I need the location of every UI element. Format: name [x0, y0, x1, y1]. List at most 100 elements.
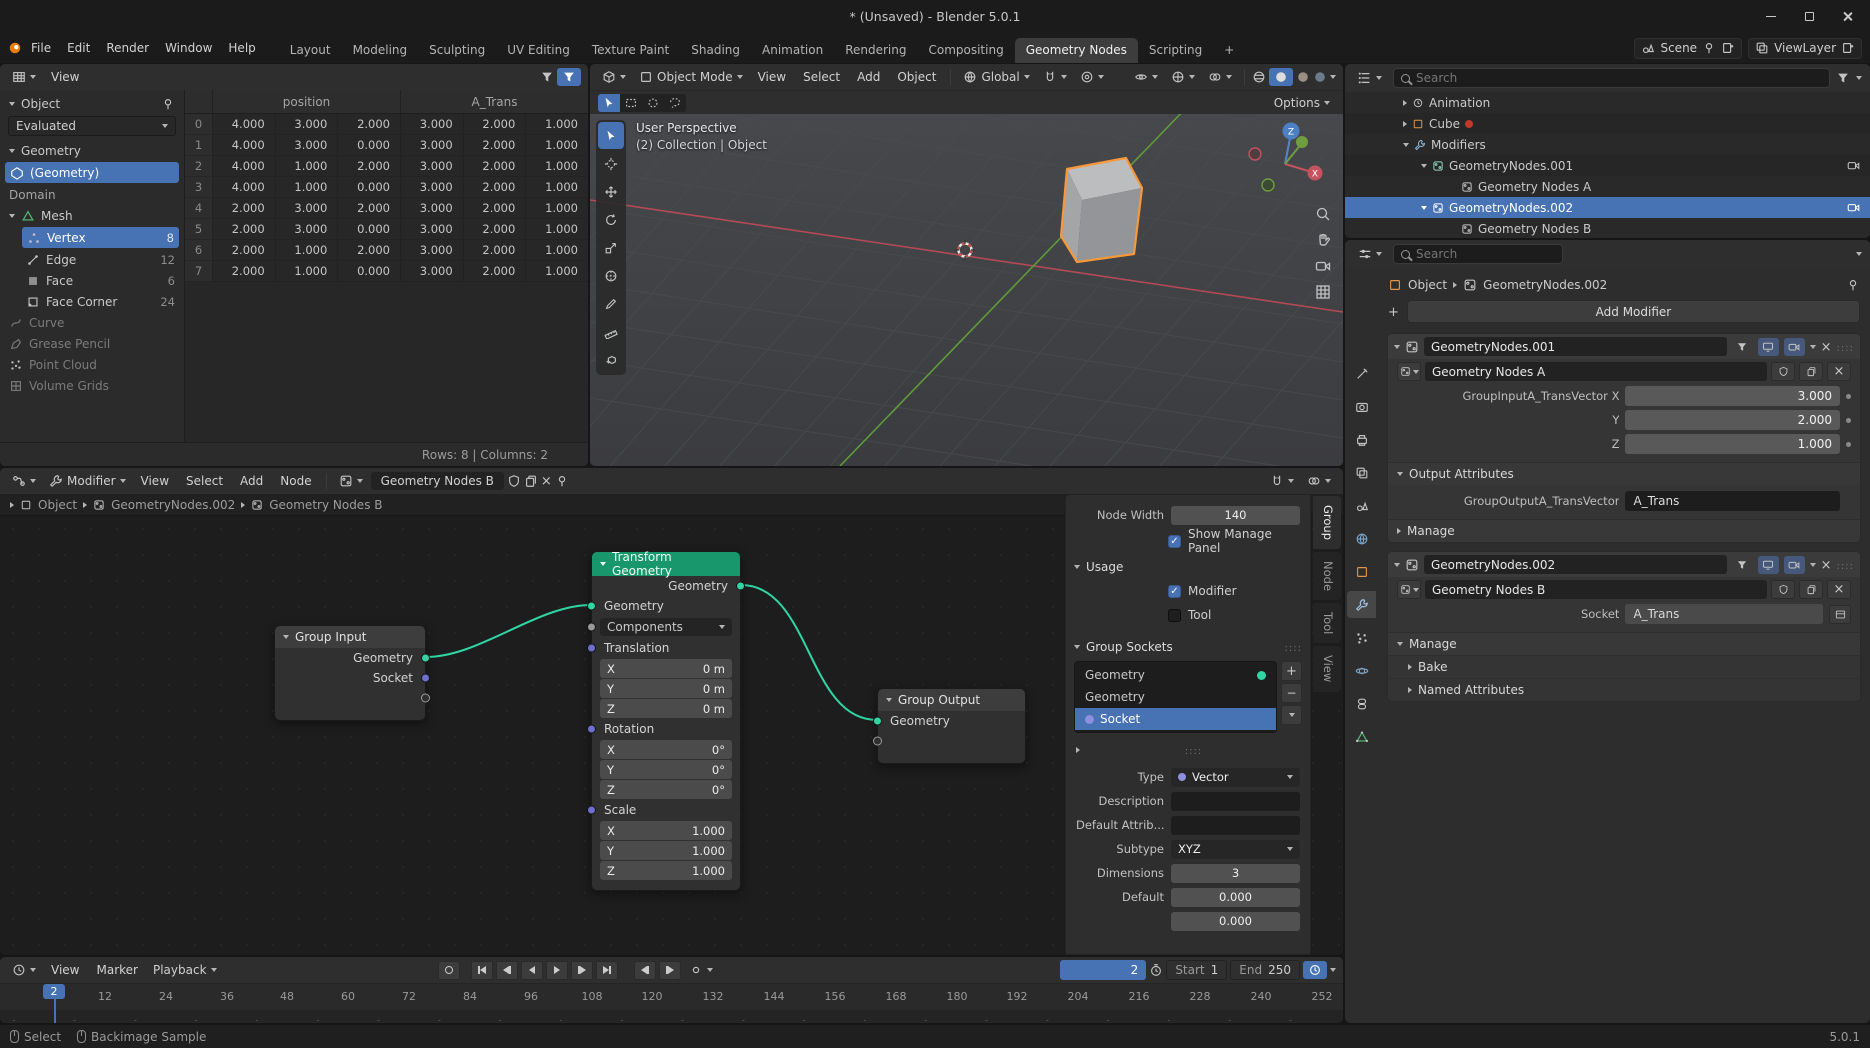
named-attributes-subpanel[interactable]: Named Attributes [1388, 678, 1860, 701]
manage-subpanel[interactable]: Manage [1388, 519, 1860, 542]
collapse-icon[interactable] [1421, 206, 1427, 210]
expand-icon[interactable] [1076, 747, 1080, 753]
viewport-object-menu[interactable]: Object [890, 68, 943, 86]
visibility-dropdown[interactable] [1129, 68, 1163, 86]
tab-object[interactable] [1347, 558, 1376, 585]
add-modifier-button[interactable]: Add Modifier [1407, 300, 1860, 323]
node-group-browse-button[interactable] [1397, 580, 1421, 599]
select-circle-button[interactable] [642, 94, 664, 112]
tab-scripting[interactable]: Scripting [1138, 38, 1213, 63]
timeline-view-menu[interactable]: View [44, 961, 86, 979]
sync-button[interactable] [1303, 961, 1327, 979]
menu-input-socket[interactable] [587, 623, 596, 632]
modifier-header[interactable]: GeometryNodes.001 [1388, 334, 1860, 359]
playback-menu[interactable]: Playback [148, 961, 222, 979]
playhead[interactable]: 2 [54, 984, 56, 1023]
jump-to-end-button[interactable] [596, 961, 618, 980]
properties-search[interactable] [1393, 244, 1563, 264]
translation-z-field[interactable]: Z0 m [600, 699, 732, 718]
geometry-input-socket[interactable] [873, 717, 882, 726]
default-x-field[interactable]: 0.000 [1171, 888, 1300, 907]
tool-select[interactable] [598, 122, 624, 149]
animate-dot-icon[interactable] [1846, 442, 1851, 447]
animate-dot-icon[interactable] [1846, 394, 1851, 399]
unlink-button[interactable] [1827, 362, 1851, 381]
outliner-editor-type-button[interactable] [1353, 69, 1387, 87]
vector-x-slider[interactable]: 3.000 [1625, 386, 1840, 406]
viewport-editor-type-button[interactable] [597, 68, 631, 86]
rotation-input-socket[interactable] [587, 725, 596, 734]
node-overlays-button[interactable] [1302, 472, 1336, 490]
socket-list-item[interactable]: Geometry [1075, 664, 1276, 686]
domain-edge[interactable]: Edge12 [0, 249, 184, 270]
shading-material-icon[interactable] [1296, 70, 1310, 84]
cube-object[interactable] [1061, 158, 1142, 262]
tab-layout[interactable]: Layout [279, 38, 342, 63]
scale-z-field[interactable]: Z1.000 [600, 861, 732, 880]
fake-user-button[interactable] [1771, 362, 1795, 381]
node-tree-type-dropdown[interactable]: Modifier [44, 472, 131, 490]
table-row[interactable]: 62.0001.0002.0003.0002.0001.000 [185, 240, 588, 261]
node-snapping-button[interactable] [1265, 472, 1299, 490]
mode-dropdown[interactable]: Object Mode [634, 68, 748, 86]
filter-funnel-icon[interactable] [1836, 71, 1850, 85]
mesh-section[interactable]: Mesh [0, 205, 184, 226]
component-point-cloud[interactable]: Point Cloud [0, 354, 184, 375]
tool-rotate[interactable] [598, 206, 624, 233]
tab-uv-editing[interactable]: UV Editing [496, 38, 581, 63]
geometry-input-socket[interactable] [587, 602, 596, 611]
outliner-search-input[interactable] [1416, 71, 1822, 85]
node-group-browse-button[interactable] [334, 472, 368, 490]
tab-output[interactable] [1347, 426, 1376, 453]
timeline-editor-type-button[interactable] [7, 961, 41, 979]
camera-view-icon[interactable] [1315, 258, 1331, 274]
geometry-component-button[interactable]: (Geometry) [5, 162, 179, 183]
next-frame-button[interactable] [659, 961, 681, 980]
tab-scene[interactable] [1347, 492, 1376, 519]
pin-icon[interactable] [161, 97, 175, 111]
geometry-output-socket[interactable] [421, 654, 430, 663]
table-row[interactable]: 24.0001.0002.0003.0002.0001.000 [185, 156, 588, 177]
proportional-editing-button[interactable] [1075, 68, 1109, 86]
options-dropdown[interactable]: Options [1269, 94, 1335, 112]
node-header[interactable]: Group Output [878, 689, 1025, 711]
tab-render[interactable] [1347, 393, 1376, 420]
column-group-a-trans[interactable]: A_Trans [400, 90, 588, 113]
viewport-add-menu[interactable]: Add [850, 68, 887, 86]
extend-socket[interactable] [873, 737, 882, 746]
tab-constraints[interactable] [1347, 690, 1376, 717]
input-attribute-toggle[interactable] [1829, 605, 1851, 624]
render-toggle[interactable] [1784, 338, 1805, 356]
add-icon[interactable] [1388, 305, 1399, 319]
collapse-icon[interactable] [1421, 164, 1427, 168]
vector-z-slider[interactable]: 1.000 [1625, 434, 1840, 454]
render-visibility-camera-icon[interactable] [1847, 159, 1860, 172]
expand-icon[interactable] [1403, 121, 1407, 127]
node-group-name-field[interactable]: Geometry Nodes A [1425, 362, 1767, 381]
breadcrumb-modifier[interactable]: GeometryNodes.002 [111, 498, 235, 512]
spreadsheet-table[interactable]: position A_Trans 04.0003.0002.0003.0002.… [185, 90, 588, 442]
tool-add-primitive[interactable] [598, 346, 624, 373]
unlink-button[interactable] [1827, 580, 1851, 599]
realtime-toggle[interactable] [1758, 338, 1779, 356]
viewport-canvas[interactable]: User Perspective (2) Collection | Object… [590, 114, 1343, 466]
translation-x-field[interactable]: X0 m [600, 659, 732, 678]
timeline-track[interactable] [0, 1010, 1343, 1023]
tab-tool[interactable] [1347, 360, 1376, 387]
socket-list-item[interactable]: Geometry [1075, 686, 1276, 708]
tool-move[interactable] [598, 178, 624, 205]
shading-solid-button[interactable] [1269, 68, 1293, 86]
timeline-marker-menu[interactable]: Marker [89, 961, 144, 979]
node-group-input[interactable]: Group Input Geometry Socket [274, 625, 426, 721]
sidebar-geometry-section[interactable]: Geometry [0, 140, 184, 161]
viewlayer-selector[interactable]: ViewLayer [1748, 38, 1862, 59]
jump-to-start-button[interactable] [471, 961, 493, 980]
duplicate-button[interactable] [1799, 362, 1823, 381]
node-editor-type-button[interactable] [7, 472, 41, 490]
vector-y-slider[interactable]: 2.000 [1625, 410, 1840, 430]
tool-transform[interactable] [598, 262, 624, 289]
breadcrumb-node-group[interactable]: Geometry Nodes B [269, 498, 382, 512]
copy-icon[interactable] [524, 474, 538, 488]
default-y-field[interactable]: 0.000 [1171, 912, 1300, 931]
render-toggle[interactable] [1784, 556, 1805, 574]
